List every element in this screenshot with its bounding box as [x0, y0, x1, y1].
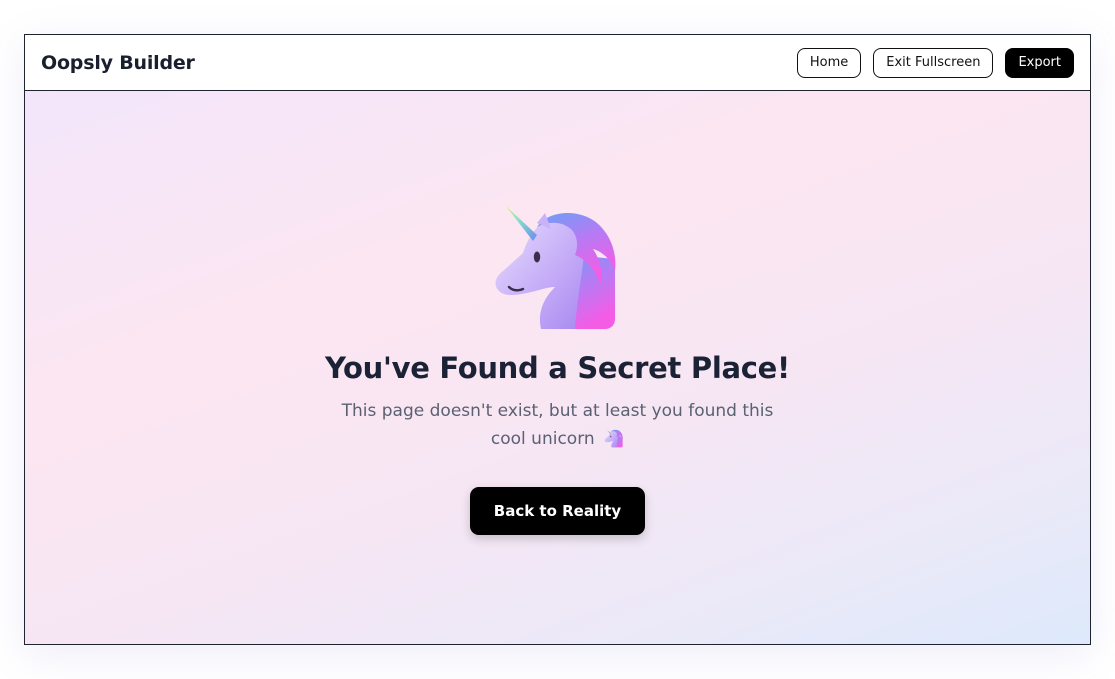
unicorn-emoji-icon: [604, 428, 623, 448]
top-bar: Oopsly Builder Home Exit Fullscreen Expo…: [25, 35, 1090, 91]
not-found-content: You've Found a Secret Place! This page d…: [25, 91, 1090, 644]
exit-fullscreen-button[interactable]: Exit Fullscreen: [873, 47, 994, 78]
back-to-reality-button[interactable]: Back to Reality: [469, 487, 646, 535]
home-button[interactable]: Home: [796, 47, 862, 78]
unicorn-icon: [495, 205, 615, 329]
page-headline: You've Found a Secret Place!: [325, 351, 790, 385]
app-window: Oopsly Builder Home Exit Fullscreen Expo…: [24, 34, 1091, 645]
page-message: This page doesn't exist, but at least yo…: [333, 397, 783, 453]
message-text: This page doesn't exist, but at least yo…: [341, 401, 774, 449]
header-actions: Home Exit Fullscreen Export: [796, 47, 1074, 78]
export-button[interactable]: Export: [1005, 47, 1074, 78]
brand-title: Oopsly Builder: [41, 51, 195, 74]
